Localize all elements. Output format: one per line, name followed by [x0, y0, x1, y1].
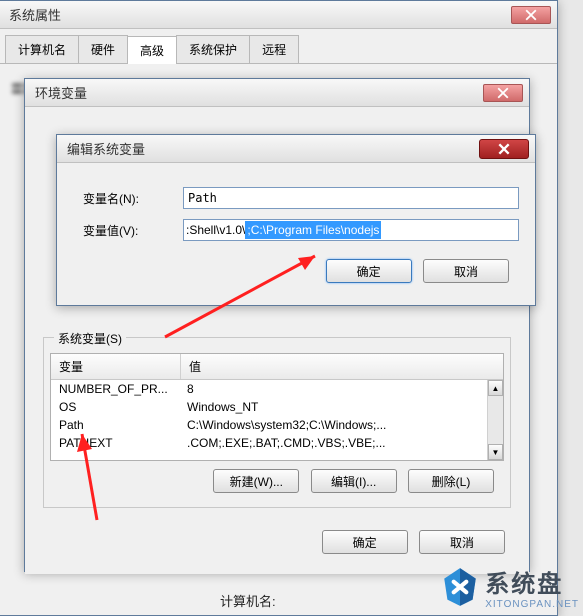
sysprops-title: 系统属性 — [9, 5, 511, 24]
scroll-up-icon[interactable]: ▲ — [488, 380, 503, 396]
sysvars-list[interactable]: 变量 值 NUMBER_OF_PR...8OSWindows_NTPathC:\… — [50, 353, 504, 461]
editvar-title: 编辑系统变量 — [67, 139, 479, 158]
sysprops-close-button[interactable] — [511, 6, 551, 24]
cell-value: C:\Windows\system32;C:\Windows;... — [181, 418, 487, 432]
editvar-titlebar: 编辑系统变量 — [57, 135, 535, 163]
varvalue-selection: ;C:\Program Files\nodejs — [245, 221, 381, 239]
col-value[interactable]: 值 — [181, 354, 503, 379]
col-variable[interactable]: 变量 — [51, 354, 181, 379]
tab-system-protection[interactable]: 系统保护 — [176, 35, 250, 63]
scroll-down-icon[interactable]: ▼ — [488, 444, 503, 460]
watermark-logo-icon — [439, 566, 481, 608]
table-row[interactable]: OSWindows_NT — [51, 398, 487, 416]
cell-name: PATHEXT — [51, 436, 181, 450]
envvars-title: 环境变量 — [35, 83, 483, 102]
tab-remote[interactable]: 远程 — [249, 35, 299, 63]
cell-name: NUMBER_OF_PR... — [51, 382, 181, 396]
sysvars-group: 系统变量(S) 变量 值 NUMBER_OF_PR...8OSWindows_N… — [43, 337, 511, 508]
editvar-cancel-button[interactable]: 取消 — [423, 259, 509, 283]
envvars-ok-button[interactable]: 确定 — [322, 530, 408, 554]
cell-value: 8 — [181, 382, 487, 396]
sysvars-legend: 系统变量(S) — [54, 330, 126, 347]
sysprops-titlebar: 系统属性 — [0, 1, 557, 29]
edit-button[interactable]: 编辑(I)... — [311, 469, 397, 493]
envvars-close-button[interactable] — [483, 84, 523, 102]
cell-value: Windows_NT — [181, 400, 487, 414]
sysprops-tabs: 计算机名 硬件 高级 系统保护 远程 — [0, 29, 557, 64]
cell-name: Path — [51, 418, 181, 432]
watermark-url: XITONGPAN.NET — [485, 599, 579, 610]
varname-input[interactable] — [183, 187, 519, 209]
editvar-close-button[interactable] — [479, 139, 529, 159]
computer-name-label: 计算机名: — [220, 591, 276, 610]
envvars-cancel-button[interactable]: 取消 — [419, 530, 505, 554]
editvar-ok-button[interactable]: 确定 — [326, 259, 412, 283]
watermark: 系统盘 XITONGPAN.NET — [439, 564, 579, 610]
sysvars-scrollbar[interactable]: ▲ ▼ — [487, 380, 503, 460]
varvalue-prefix: :Shell\v1.0\ — [184, 223, 245, 237]
cell-name: OS — [51, 400, 181, 414]
varname-label: 变量名(N): — [73, 190, 183, 207]
table-row[interactable]: NUMBER_OF_PR...8 — [51, 380, 487, 398]
new-button[interactable]: 新建(W)... — [213, 469, 299, 493]
tab-advanced[interactable]: 高级 — [127, 36, 177, 64]
delete-button[interactable]: 删除(L) — [408, 469, 494, 493]
envvars-titlebar: 环境变量 — [25, 79, 529, 107]
varvalue-input[interactable]: :Shell\v1.0\;C:\Program Files\nodejs — [183, 219, 519, 241]
table-row[interactable]: PathC:\Windows\system32;C:\Windows;... — [51, 416, 487, 434]
tab-hardware[interactable]: 硬件 — [78, 35, 128, 63]
tab-computer-name[interactable]: 计算机名 — [5, 35, 79, 63]
varvalue-label: 变量值(V): — [73, 222, 183, 239]
table-row[interactable]: PATHEXT.COM;.EXE;.BAT;.CMD;.VBS;.VBE;... — [51, 434, 487, 452]
watermark-text: 系统盘 — [485, 564, 579, 599]
cell-value: .COM;.EXE;.BAT;.CMD;.VBS;.VBE;... — [181, 436, 487, 450]
